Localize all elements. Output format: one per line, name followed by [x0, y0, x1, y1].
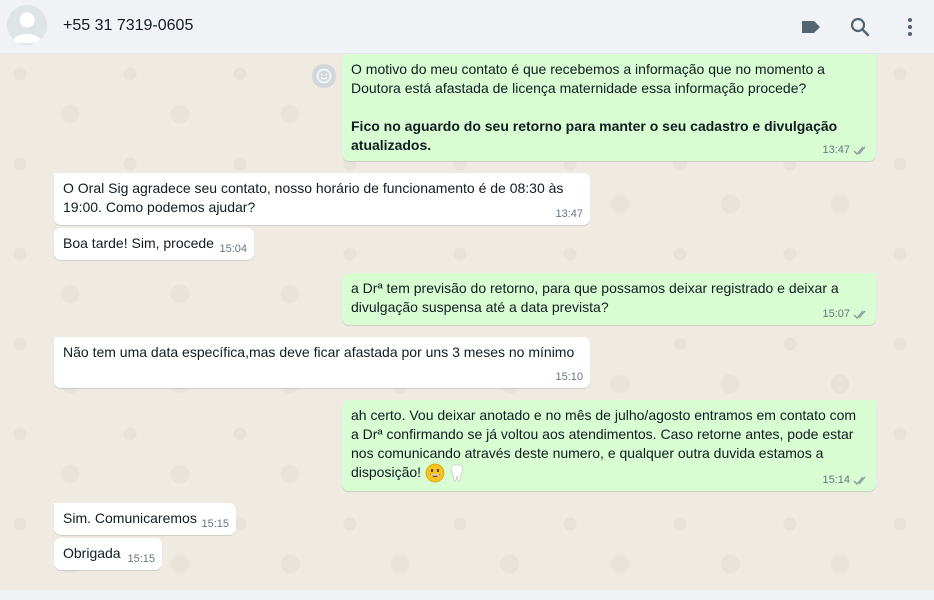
message-incoming[interactable]: Obrigada 15:15 — [54, 538, 162, 570]
message-incoming[interactable]: Não tem uma data específica,mas deve fic… — [54, 337, 590, 388]
react-emoji-button[interactable] — [312, 64, 336, 88]
chat-area: O motivo do meu contato é que recebemos … — [0, 54, 934, 590]
chat-header: +55 31 7319-0605 — [0, 0, 934, 54]
message-text: O motivo do meu contato é que recebemos … — [351, 61, 825, 96]
default-avatar-icon — [7, 5, 47, 45]
message-text: Boa tarde! Sim, procede — [63, 235, 214, 251]
message-text: O Oral Sig agradece seu contato, nosso h… — [63, 180, 564, 215]
message-outgoing[interactable]: a Drª tem previsão do retorno, para que … — [342, 273, 876, 325]
grinning-face-emoji — [425, 463, 445, 483]
label-icon[interactable] — [799, 15, 823, 39]
tooth-emoji — [450, 464, 464, 483]
message-bold-text: Fico no aguardo do seu retorno para mant… — [351, 118, 838, 153]
message-time: 15:10 — [555, 371, 583, 383]
message-time: 13:47 — [555, 208, 583, 220]
message-time: 15:14 — [822, 474, 850, 486]
contact-name[interactable]: +55 31 7319-0605 — [63, 17, 193, 35]
message-text: Não tem uma data específica,mas deve fic… — [63, 344, 575, 360]
smiley-icon — [316, 68, 332, 84]
message-time: 15:15 — [127, 553, 155, 565]
double-check-icon — [853, 476, 866, 485]
message-time: 15:15 — [201, 518, 229, 530]
message-incoming[interactable]: Sim. Comunicaremos 15:15 — [54, 503, 236, 535]
compose-bar — [0, 590, 934, 600]
search-icon[interactable] — [848, 15, 872, 39]
message-time: 15:04 — [219, 243, 247, 255]
message-text: a Drª tem previsão do retorno, para que … — [351, 280, 839, 315]
double-check-icon — [853, 310, 866, 319]
double-check-icon — [853, 146, 866, 155]
message-time: 15:07 — [822, 308, 850, 320]
message-outgoing[interactable]: ah certo. Vou deixar anotado e no mês de… — [342, 400, 876, 491]
menu-icon[interactable] — [898, 15, 922, 39]
message-incoming[interactable]: O Oral Sig agradece seu contato, nosso h… — [54, 173, 590, 225]
message-time: 13:47 — [822, 144, 850, 156]
message-outgoing[interactable]: O motivo do meu contato é que recebemos … — [342, 54, 876, 161]
avatar[interactable] — [7, 5, 47, 45]
message-incoming[interactable]: Boa tarde! Sim, procede 15:04 — [54, 228, 254, 260]
